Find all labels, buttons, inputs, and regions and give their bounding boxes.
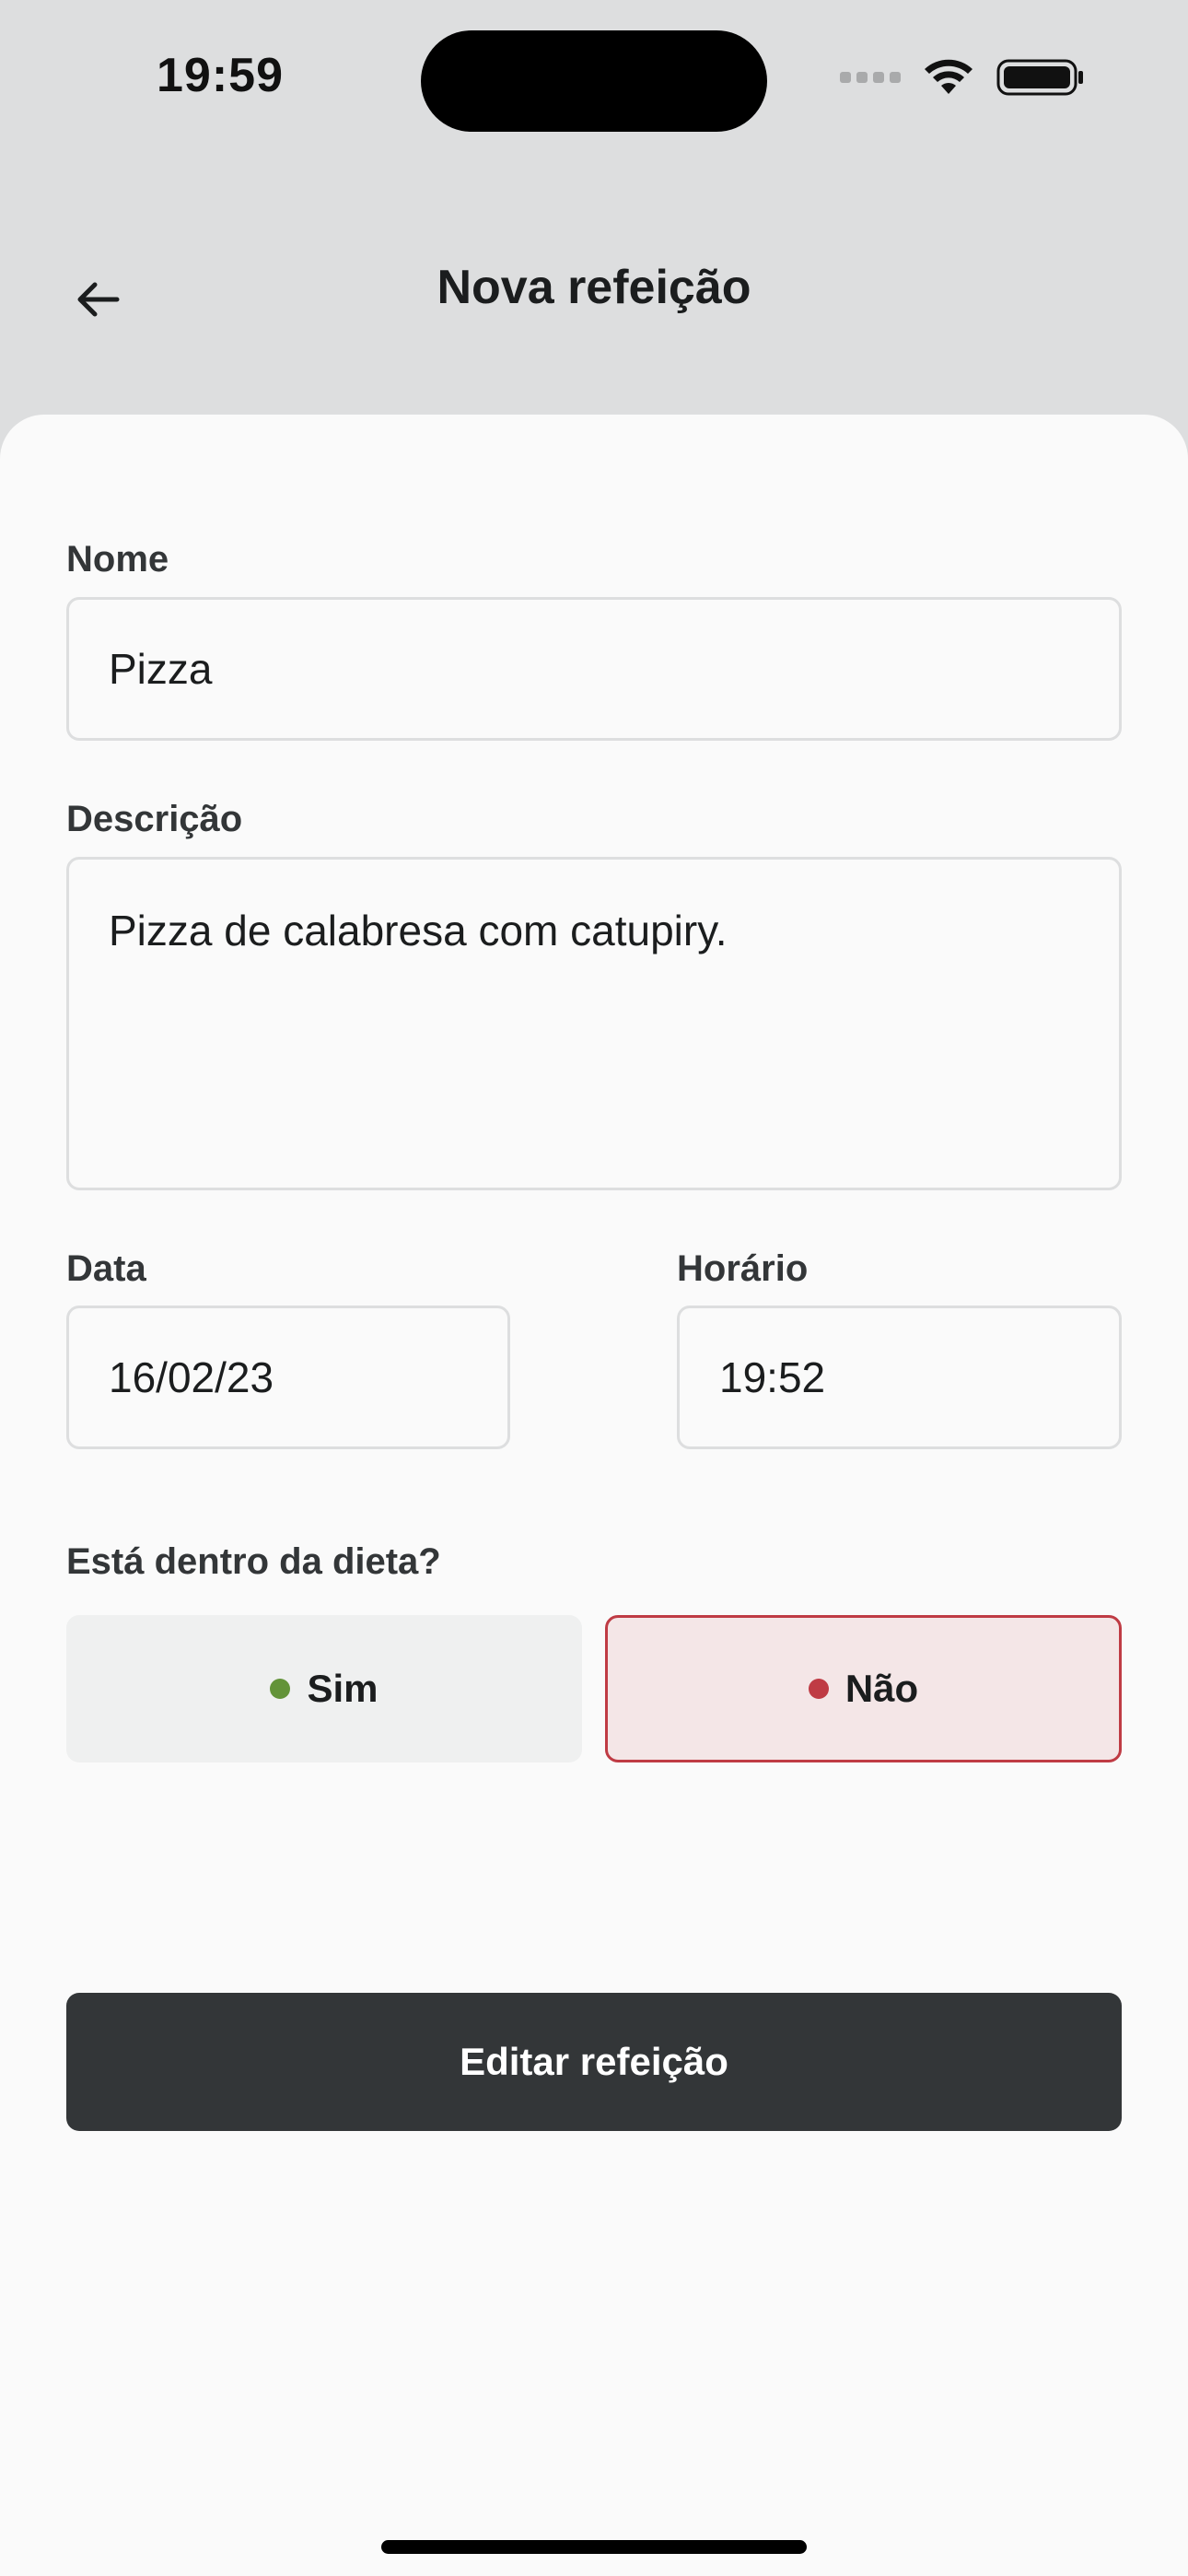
description-label: Descrição (66, 799, 243, 839)
diet-question-label: Está dentro da dieta? (66, 1541, 441, 1582)
time-field[interactable]: 19:52 (677, 1306, 1122, 1449)
diet-no-label: Não (844, 1667, 919, 1710)
edit-meal-button[interactable]: Editar refeição (66, 1993, 1122, 2131)
battery-icon (996, 59, 1083, 96)
date-label: Data (66, 1248, 146, 1289)
name-field[interactable]: Pizza (66, 597, 1122, 741)
wifi-icon (925, 59, 973, 94)
form-card: Nome Pizza Descrição Pizza de calabresa … (0, 415, 1188, 2576)
home-indicator (381, 2540, 807, 2554)
cellular-signal-icon (840, 72, 901, 83)
diet-yes-button[interactable]: Sim (66, 1615, 582, 1762)
name-value: Pizza (109, 645, 213, 693)
date-field[interactable]: 16/02/23 (66, 1306, 510, 1449)
name-label: Nome (66, 539, 169, 580)
diet-no-button[interactable]: Não (605, 1615, 1122, 1762)
time-value: 19:52 (719, 1353, 826, 1401)
time-label: Horário (677, 1248, 809, 1289)
description-value: Pizza de calabresa com catupiry. (109, 907, 728, 954)
header: Nova refeição (0, 212, 1188, 369)
screen: 19:59 Nova refeição Nome Pizza Descrição… (0, 0, 1188, 2576)
dynamic-island (421, 30, 767, 132)
edit-meal-label: Editar refeição (460, 2040, 728, 2083)
page-title: Nova refeição (437, 261, 751, 314)
description-field[interactable]: Pizza de calabresa com catupiry. (66, 857, 1122, 1190)
status-time: 19:59 (157, 49, 284, 102)
red-dot-icon (808, 1679, 829, 1699)
status-icons (840, 57, 1085, 98)
date-value: 16/02/23 (109, 1353, 274, 1401)
green-dot-icon (270, 1679, 291, 1699)
diet-yes-label: Sim (307, 1667, 379, 1710)
